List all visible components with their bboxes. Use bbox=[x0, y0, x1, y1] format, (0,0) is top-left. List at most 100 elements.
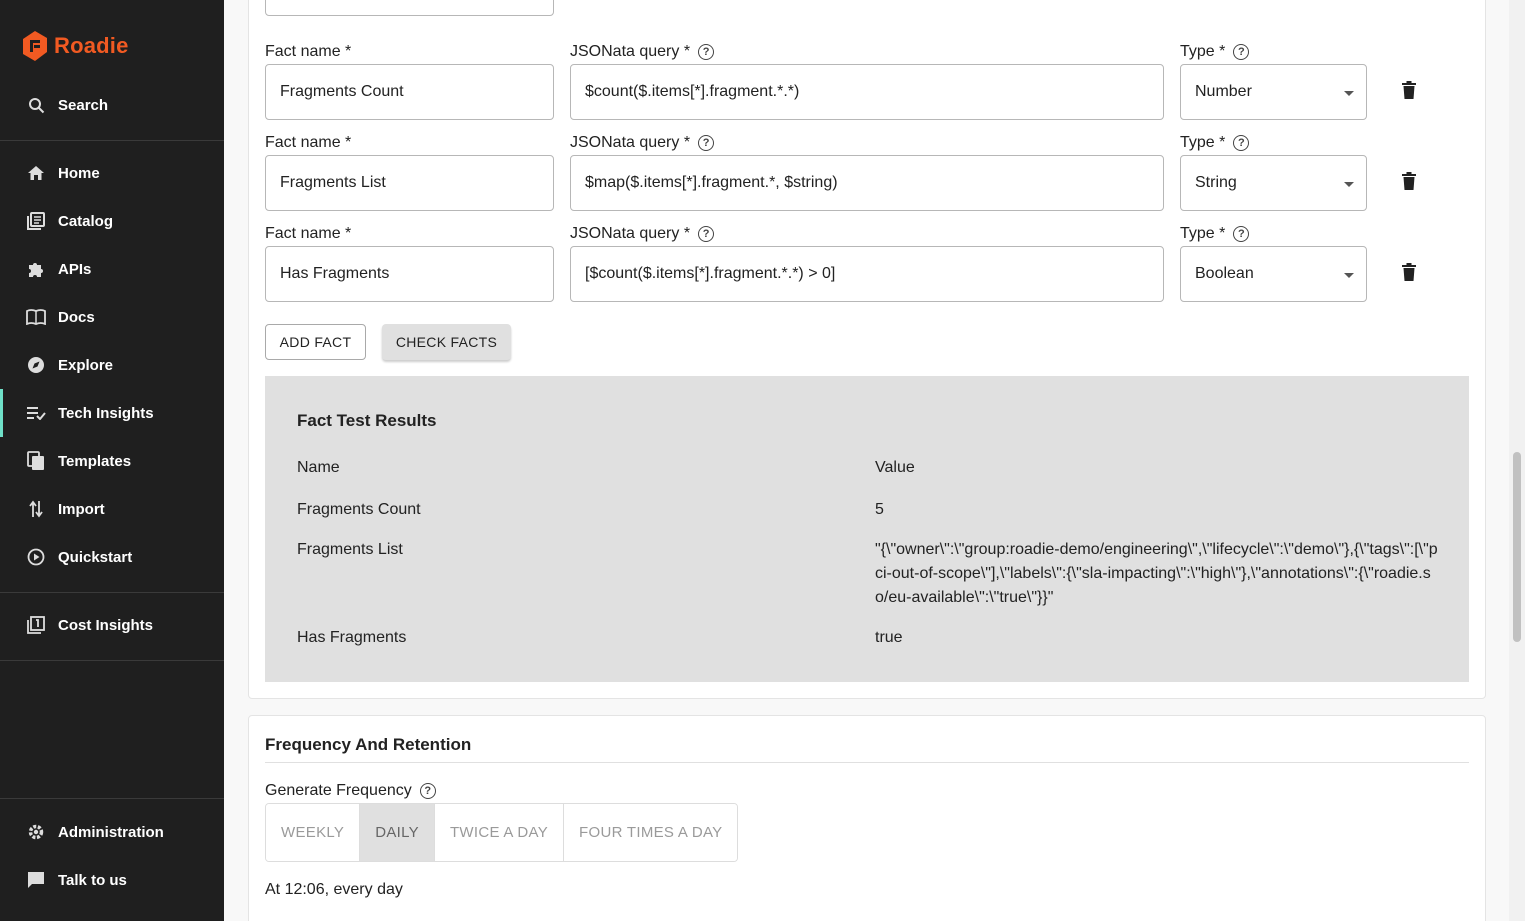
fact-name-label: Fact name * bbox=[265, 225, 352, 242]
help-icon[interactable]: ? bbox=[698, 44, 715, 60]
sidebar-item-tech-insights[interactable]: Tech Insights bbox=[0, 389, 224, 437]
sidebar-item-label: Catalog bbox=[58, 212, 114, 230]
query-label: JSONata query *? bbox=[570, 43, 715, 61]
sidebar-item-administration[interactable]: Administration bbox=[0, 808, 224, 856]
frequency-option-weekly[interactable]: WEEKLY bbox=[266, 804, 361, 861]
type-select[interactable]: Number bbox=[1180, 64, 1367, 120]
frequency-option-twice-a-day[interactable]: TWICE A DAY bbox=[434, 804, 565, 861]
sidebar-item-label: APIs bbox=[58, 260, 92, 278]
result-name: Has Fragments bbox=[297, 629, 407, 646]
type-label: Type *? bbox=[1180, 225, 1250, 243]
sidebar-divider bbox=[0, 140, 224, 141]
result-value: 5 bbox=[875, 501, 884, 518]
sidebar-item-label: Quickstart bbox=[58, 548, 133, 566]
help-icon[interactable]: ? bbox=[698, 135, 715, 151]
home-icon bbox=[26, 163, 46, 183]
previous-fact-name-input[interactable] bbox=[265, 0, 554, 16]
frequency-option-daily[interactable]: DAILY bbox=[360, 804, 435, 861]
query-input[interactable]: $map($.items[*].fragment.*, $string) bbox=[570, 155, 1164, 211]
sidebar-item-label: Home bbox=[58, 164, 100, 182]
fact-test-results-panel: Fact Test Results Name Value Fragments C… bbox=[265, 376, 1469, 682]
sidebar-item-quickstart[interactable]: Quickstart bbox=[0, 533, 224, 581]
help-icon[interactable]: ? bbox=[1233, 226, 1250, 242]
scrollbar-thumb[interactable] bbox=[1513, 452, 1521, 642]
sidebar-item-label: Docs bbox=[58, 308, 95, 326]
sidebar-item-import[interactable]: Import bbox=[0, 485, 224, 533]
frequency-section-title: Frequency And Retention bbox=[265, 735, 472, 754]
delete-fact-button[interactable] bbox=[1402, 81, 1416, 99]
fact-name-input[interactable]: Has Fragments bbox=[265, 246, 554, 302]
page-scrollbar[interactable] bbox=[1509, 0, 1525, 921]
results-header-value: Value bbox=[875, 459, 915, 476]
fact-name-input[interactable]: Fragments Count bbox=[265, 64, 554, 120]
sidebar-item-cost-insights[interactable]: Cost Insights bbox=[0, 601, 224, 649]
results-header-name: Name bbox=[297, 459, 340, 476]
query-label: JSONata query *? bbox=[570, 134, 715, 152]
section-divider bbox=[265, 762, 1469, 763]
chat-icon bbox=[26, 870, 46, 890]
sidebar-item-label: Cost Insights bbox=[58, 616, 154, 634]
type-label: Type *? bbox=[1180, 43, 1250, 61]
cost-insights-icon bbox=[26, 615, 46, 635]
results-title: Fact Test Results bbox=[297, 411, 437, 430]
check-facts-button[interactable]: CHECK FACTS bbox=[382, 324, 511, 360]
sidebar-item-apis[interactable]: APIs bbox=[0, 245, 224, 293]
query-input[interactable]: $count($.items[*].fragment.*.*) bbox=[570, 64, 1164, 120]
frequency-toggle-group: WEEKLY DAILY TWICE A DAY FOUR TIMES A DA… bbox=[265, 803, 739, 862]
chevron-down-icon bbox=[1344, 91, 1354, 96]
sidebar-item-label: Search bbox=[58, 96, 109, 114]
type-select-value: String bbox=[1195, 174, 1237, 191]
help-icon[interactable]: ? bbox=[698, 226, 715, 242]
compass-icon bbox=[26, 355, 46, 375]
result-name: Fragments Count bbox=[297, 501, 421, 518]
fact-name-input[interactable]: Fragments List bbox=[265, 155, 554, 211]
type-label: Type *? bbox=[1180, 134, 1250, 152]
help-icon[interactable]: ? bbox=[1233, 44, 1250, 60]
help-icon[interactable]: ? bbox=[419, 783, 436, 799]
sidebar-item-label: Explore bbox=[58, 356, 114, 374]
sidebar-item-label: Talk to us bbox=[58, 871, 127, 889]
add-fact-button[interactable]: ADD FACT bbox=[265, 324, 366, 360]
result-name: Fragments List bbox=[297, 541, 403, 558]
sidebar-item-home[interactable]: Home bbox=[0, 149, 224, 197]
sidebar-item-docs[interactable]: Docs bbox=[0, 293, 224, 341]
sidebar-item-talk-to-us[interactable]: Talk to us bbox=[0, 856, 224, 904]
sidebar-divider bbox=[0, 592, 224, 593]
logo-text: Roadie bbox=[54, 33, 129, 58]
frequency-option-four-times-a-day[interactable]: FOUR TIMES A DAY bbox=[564, 804, 738, 861]
import-icon bbox=[26, 499, 46, 519]
sidebar-item-label: Import bbox=[58, 500, 105, 518]
type-select-value: Boolean bbox=[1195, 265, 1254, 282]
sidebar-item-templates[interactable]: Templates bbox=[0, 437, 224, 485]
sidebar: Roadie Search Home Catalog APIs Docs Exp… bbox=[0, 0, 224, 921]
chevron-down-icon bbox=[1344, 182, 1354, 187]
sidebar-item-explore[interactable]: Explore bbox=[0, 341, 224, 389]
delete-fact-button[interactable] bbox=[1402, 172, 1416, 190]
sidebar-divider bbox=[0, 798, 224, 799]
type-select[interactable]: Boolean bbox=[1180, 246, 1367, 302]
chevron-down-icon bbox=[1344, 273, 1354, 278]
roadie-logo-icon bbox=[23, 31, 47, 61]
roadie-logo[interactable]: Roadie bbox=[22, 30, 129, 62]
sidebar-item-label: Administration bbox=[58, 823, 164, 841]
sidebar-item-label: Templates bbox=[58, 452, 132, 470]
catalog-icon bbox=[26, 211, 46, 231]
book-icon bbox=[26, 307, 46, 327]
result-value: "{\"owner\":\"group:roadie-demo/engineer… bbox=[875, 541, 1438, 606]
type-select[interactable]: String bbox=[1180, 155, 1367, 211]
sidebar-item-label: Tech Insights bbox=[58, 404, 154, 422]
frequency-summary: At 12:06, every day bbox=[265, 881, 403, 898]
fact-name-label: Fact name * bbox=[265, 134, 352, 151]
help-icon[interactable]: ? bbox=[1233, 135, 1250, 151]
play-icon bbox=[26, 547, 46, 567]
sidebar-search[interactable]: Search bbox=[0, 81, 224, 129]
sidebar-item-catalog[interactable]: Catalog bbox=[0, 197, 224, 245]
sidebar-divider bbox=[0, 660, 224, 661]
checklist-icon bbox=[26, 403, 46, 423]
query-input[interactable]: [$count($.items[*].fragment.*.*) > 0] bbox=[570, 246, 1164, 302]
templates-icon bbox=[26, 451, 46, 471]
gear-icon bbox=[26, 822, 46, 842]
search-icon bbox=[26, 95, 46, 115]
delete-fact-button[interactable] bbox=[1402, 263, 1416, 281]
puzzle-icon bbox=[26, 259, 46, 279]
